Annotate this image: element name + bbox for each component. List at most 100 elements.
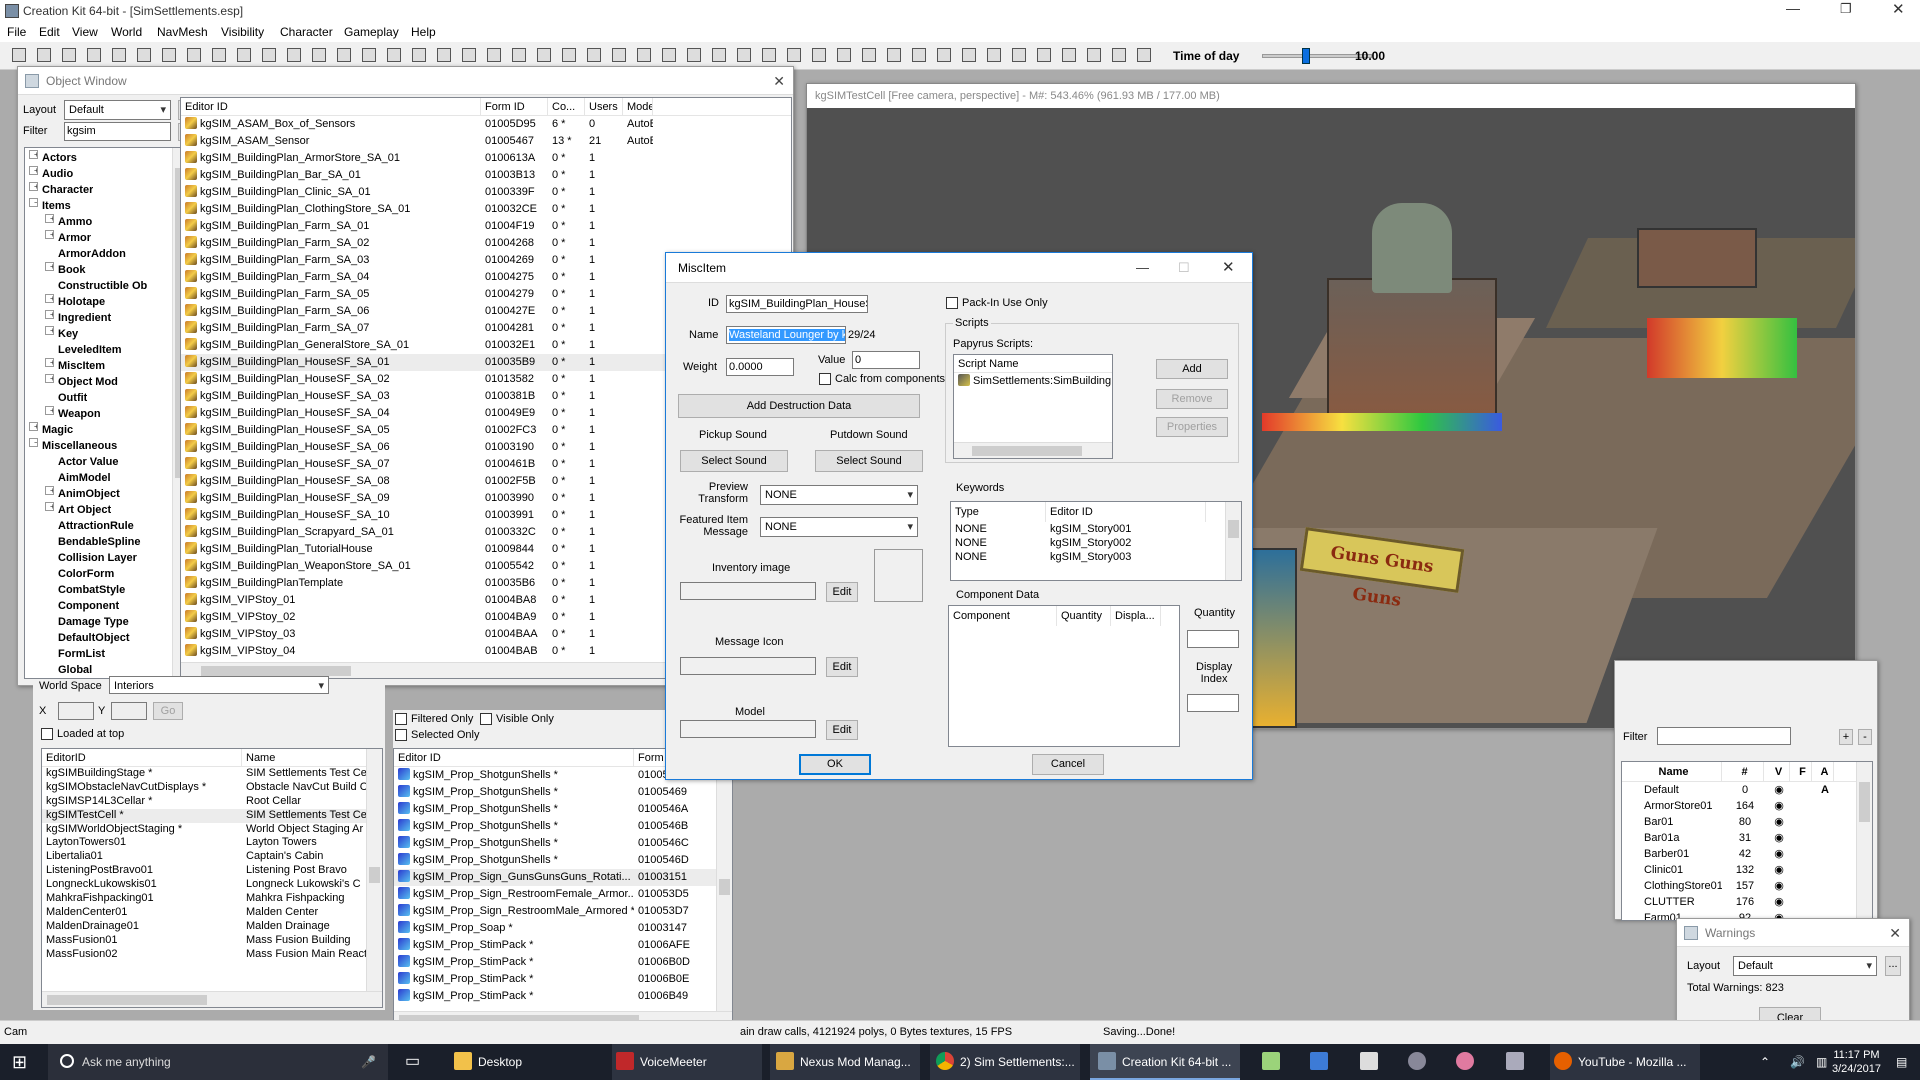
toolbar-button-icon[interactable] — [537, 48, 551, 62]
menu-help[interactable]: Help — [411, 25, 436, 39]
taskbar-item-chrome[interactable]: 2) Sim Settlements:... — [930, 1044, 1080, 1080]
name-input[interactable]: Wasteland Lounger by kinggath — [726, 326, 846, 344]
toolbar-button-icon[interactable] — [287, 48, 301, 62]
task-view-button[interactable]: ▭ — [405, 1044, 420, 1080]
add-destruction-data-button[interactable]: Add Destruction Data — [678, 394, 920, 418]
tree-item[interactable]: + Holotape — [25, 294, 188, 310]
expand-toggle-icon[interactable]: + — [45, 326, 54, 335]
expand-toggle-icon[interactable]: + — [45, 310, 54, 319]
tree-item[interactable]: AttractionRule — [25, 518, 188, 534]
eye-icon[interactable]: ◉ — [1764, 846, 1790, 862]
menu-edit[interactable]: Edit — [39, 25, 60, 39]
layer-row[interactable]: Barber01 42 ◉ — [1622, 846, 1872, 862]
menu-character[interactable]: Character — [280, 25, 333, 39]
toolbar-button-icon[interactable] — [312, 48, 326, 62]
message-icon-input[interactable] — [680, 657, 816, 675]
table-row[interactable]: LaytonTowers01 Layton Towers — [42, 836, 382, 850]
preview-transform-select[interactable]: NONE — [760, 485, 918, 505]
ok-button[interactable]: OK — [799, 754, 871, 775]
menu-world[interactable]: World — [111, 25, 142, 39]
close-button[interactable]: ✕ — [1892, 0, 1905, 18]
toolbar-button-icon[interactable] — [387, 48, 401, 62]
keywords-scrollbar[interactable] — [1225, 502, 1241, 580]
weight-input[interactable]: 0.0000 — [726, 358, 794, 376]
toolbar-button-icon[interactable] — [712, 48, 726, 62]
category-tree[interactable]: +Actors+Audio+Character−Items+Ammo+Armor… — [24, 147, 189, 679]
toolbar-button-icon[interactable] — [912, 48, 926, 62]
volume-icon[interactable]: 🔊 — [1790, 1044, 1805, 1080]
layout-select[interactable]: Default — [64, 100, 171, 120]
visible-only-checkbox[interactable] — [480, 713, 492, 725]
table-row[interactable]: ListeningPostBravo01 Listening Post Bravo — [42, 864, 382, 878]
toolbar-button-icon[interactable] — [762, 48, 776, 62]
expand-toggle-icon[interactable]: + — [29, 166, 38, 175]
toolbar-button-icon[interactable] — [887, 48, 901, 62]
table-row[interactable]: kgSIM_Prop_Sign_RestroomMale_Armored * 01… — [394, 903, 732, 920]
layer-freeze[interactable] — [1790, 814, 1812, 830]
putdown-select-sound-button[interactable]: Select Sound — [815, 450, 923, 472]
expand-toggle-icon[interactable]: + — [45, 294, 54, 303]
column-header[interactable]: Model — [623, 98, 653, 115]
toolbar-button-icon[interactable] — [937, 48, 951, 62]
toolbar-button-icon[interactable] — [12, 48, 26, 62]
toolbar-button-icon[interactable] — [412, 48, 426, 62]
minimize-button[interactable]: — — [1136, 253, 1149, 283]
pinned-calculator-icon[interactable] — [1360, 1044, 1384, 1080]
toolbar-button-icon[interactable] — [812, 48, 826, 62]
expand-toggle-icon[interactable]: + — [45, 262, 54, 271]
table-row[interactable]: kgSIM_ASAM_Box_of_Sensors 01005D95 6 * 0 Aut… — [181, 116, 791, 133]
script-properties-button[interactable]: Properties — [1156, 417, 1228, 437]
taskbar-item-firefox[interactable]: YouTube - Mozilla ... — [1550, 1044, 1700, 1080]
filter-input[interactable]: kgsim — [64, 122, 171, 141]
layers-scrollbar[interactable] — [1856, 762, 1872, 920]
column-header[interactable]: # — [1722, 762, 1764, 781]
tree-item[interactable]: + Magic — [25, 422, 188, 438]
selected-only-checkbox[interactable] — [395, 729, 407, 741]
toolbar-button-icon[interactable] — [437, 48, 451, 62]
table-row[interactable]: Libertalia01 Captain's Cabin — [42, 850, 382, 864]
x-input[interactable] — [58, 702, 94, 720]
toolbar-button-icon[interactable] — [112, 48, 126, 62]
table-row[interactable]: kgSIM_Prop_ShotgunShells * 0100546C — [394, 835, 732, 852]
tree-item[interactable]: DefaultObject — [25, 630, 188, 646]
toolbar-button-icon[interactable] — [562, 48, 576, 62]
reference-list[interactable]: Editor ID Form I kgSIM_Prop_ShotgunShells… — [393, 748, 733, 1028]
column-header[interactable]: Name — [1622, 762, 1722, 781]
layer-freeze[interactable] — [1790, 782, 1812, 798]
warnings-layout-select[interactable]: Default — [1733, 956, 1877, 976]
cell-list-hscroll[interactable] — [42, 991, 382, 1007]
column-header[interactable]: F — [1790, 762, 1812, 781]
tree-item[interactable]: + Audio — [25, 166, 188, 182]
expand-toggle-icon[interactable]: − — [29, 438, 38, 447]
script-list-hscroll[interactable] — [954, 442, 1112, 458]
column-header[interactable]: V — [1764, 762, 1790, 781]
tree-item[interactable]: Actor Value — [25, 454, 188, 470]
eye-icon[interactable]: ◉ — [1764, 830, 1790, 846]
tree-item[interactable]: + Object Mod — [25, 374, 188, 390]
table-row[interactable]: kgSIM_BuildingPlan_Farm_SA_01 01004F19 0 *… — [181, 218, 791, 235]
taskbar-item-voicemeeter[interactable]: VoiceMeeter — [612, 1044, 762, 1080]
pickup-select-sound-button[interactable]: Select Sound — [680, 450, 788, 472]
toolbar-button-icon[interactable] — [487, 48, 501, 62]
scroll-thumb[interactable] — [47, 995, 207, 1005]
eye-icon[interactable]: ◉ — [1764, 798, 1790, 814]
value-input[interactable]: 0 — [852, 351, 920, 369]
network-icon[interactable]: ▥ — [1816, 1044, 1827, 1080]
tree-item[interactable]: ArmorAddon — [25, 246, 188, 262]
expand-toggle-icon[interactable]: − — [29, 198, 38, 207]
eye-icon[interactable]: ◉ — [1764, 894, 1790, 910]
table-row[interactable]: kgSIM_Prop_ShotgunShells * 0100546A — [394, 801, 732, 818]
layers-list[interactable]: Name # V F A Default 0 ◉ A ArmorStore01 164 ◉ Bar01… — [1621, 761, 1873, 921]
pinned-notepad-icon[interactable] — [1262, 1044, 1286, 1080]
table-row[interactable]: MahkraFishpacking01 Mahkra Fishpacking — [42, 892, 382, 906]
cortana-search[interactable]: Ask me anything 🎤 — [48, 1044, 388, 1080]
expand-toggle-icon[interactable]: + — [45, 214, 54, 223]
tray-chevron-icon[interactable]: ⌃ — [1760, 1044, 1770, 1080]
toolbar-button-icon[interactable] — [1037, 48, 1051, 62]
start-button[interactable]: ⊞ — [12, 1044, 27, 1080]
toolbar-button-icon[interactable] — [187, 48, 201, 62]
table-row[interactable]: MassFusion01 Mass Fusion Building — [42, 934, 382, 948]
toolbar-button-icon[interactable] — [362, 48, 376, 62]
tree-item[interactable]: BendableSpline — [25, 534, 188, 550]
tree-item[interactable]: + Art Object — [25, 502, 188, 518]
